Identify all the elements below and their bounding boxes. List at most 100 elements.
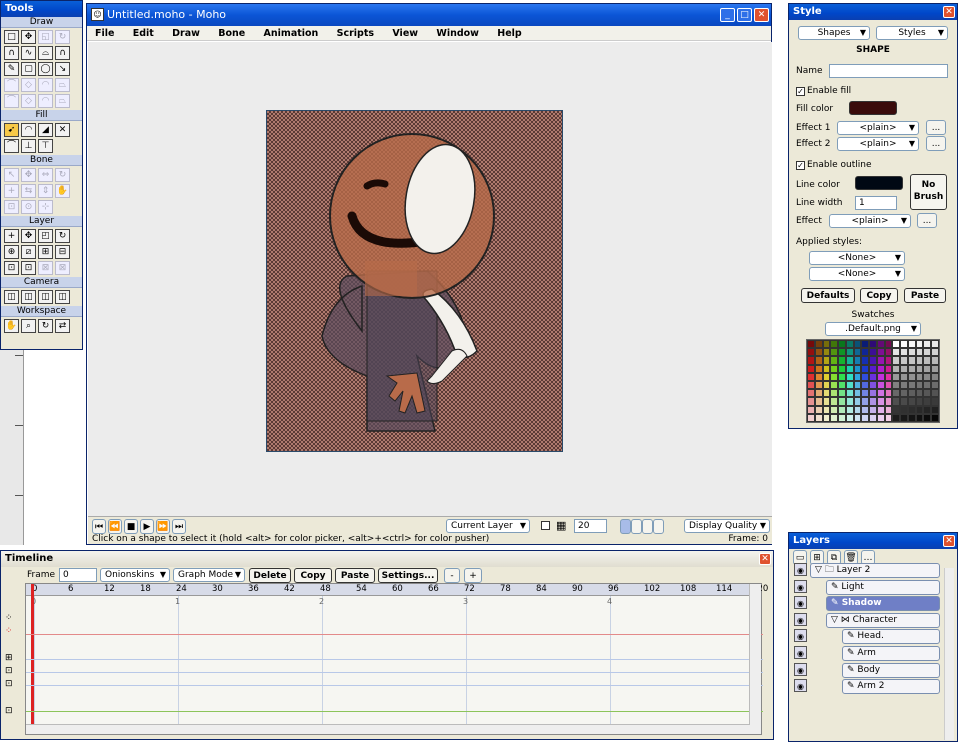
palette-swatch[interactable]	[907, 364, 916, 373]
palette-swatch[interactable]	[876, 364, 885, 373]
palette-swatch[interactable]	[884, 397, 893, 406]
palette-swatch[interactable]	[861, 364, 870, 373]
enable-fill-row[interactable]: ✓ Enable fill	[796, 86, 851, 96]
palette-swatch[interactable]	[814, 356, 823, 365]
palette-swatch[interactable]	[884, 413, 893, 422]
effect2-options-button[interactable]: ...	[926, 136, 946, 151]
palette-swatch[interactable]	[876, 397, 885, 406]
defaults-button[interactable]: Defaults	[801, 288, 855, 303]
paste-style-button[interactable]: Paste	[904, 288, 946, 303]
palette-swatch[interactable]	[822, 340, 831, 349]
palette-swatch[interactable]	[884, 348, 893, 357]
view-split-icon[interactable]	[631, 519, 642, 534]
line-width-tool-icon[interactable]: ⌒	[4, 139, 19, 153]
copy-key-button[interactable]: Copy	[294, 568, 332, 583]
zoom-out-button[interactable]: -	[444, 568, 460, 583]
palette-swatch[interactable]	[900, 356, 908, 365]
display-quality-dropdown[interactable]: Display Quality ▼	[684, 519, 770, 533]
palette-swatch[interactable]	[931, 340, 939, 349]
delete-shape-tool-icon[interactable]: ✕	[55, 123, 70, 137]
grid-size-field[interactable]: 20	[574, 519, 607, 533]
menu-edit[interactable]: Edit	[133, 28, 154, 39]
palette-swatch[interactable]	[861, 397, 870, 406]
swatches-dropdown[interactable]: .Default.png ▼	[825, 322, 921, 336]
palette-swatch[interactable]	[838, 413, 846, 422]
step-back-icon[interactable]: ⏪	[108, 519, 122, 534]
palette-swatch[interactable]	[892, 413, 901, 422]
orbit-workspace-icon[interactable]: ⇄	[55, 319, 70, 333]
select-points-tool-icon[interactable]: □	[4, 30, 19, 44]
palette-swatch[interactable]	[923, 364, 932, 373]
palette-swatch[interactable]	[807, 405, 815, 414]
layer-item[interactable]: ▽ 🗀 Layer 2	[810, 563, 940, 578]
palette-swatch[interactable]	[931, 397, 939, 406]
artwork-frame[interactable]	[266, 110, 563, 452]
palette-swatch[interactable]	[853, 380, 862, 390]
close-icon[interactable]: ✕	[943, 535, 955, 547]
palette-swatch[interactable]	[845, 356, 854, 365]
palette-swatch[interactable]	[923, 348, 932, 357]
palette-swatch[interactable]	[845, 372, 854, 381]
knife-tool-icon[interactable]: ↘	[55, 62, 70, 76]
palette-swatch[interactable]	[830, 372, 839, 381]
palette-swatch[interactable]	[822, 356, 831, 365]
palette-swatch[interactable]	[900, 380, 908, 390]
palette-swatch[interactable]	[931, 405, 939, 414]
palette-swatch[interactable]	[861, 356, 870, 365]
palette-swatch[interactable]	[869, 405, 877, 414]
palette-swatch[interactable]	[931, 413, 939, 422]
layer-item[interactable]: ▽ ⋈ Character	[826, 612, 940, 628]
swatch-palette[interactable]	[806, 339, 940, 423]
styles-dropdown[interactable]: Styles ▼	[876, 26, 948, 40]
line-width-field[interactable]: 1	[855, 196, 897, 210]
visibility-eye-icon[interactable]: ◉	[794, 579, 807, 593]
applied-style2-dropdown[interactable]: <None> ▼	[809, 267, 905, 281]
palette-swatch[interactable]	[830, 340, 839, 349]
rewind-icon[interactable]: ⏮	[92, 519, 106, 534]
palette-swatch[interactable]	[861, 380, 870, 390]
palette-swatch[interactable]	[869, 356, 877, 365]
shear-layer-tool-icon[interactable]: ⧄	[21, 245, 36, 259]
palette-swatch[interactable]	[931, 389, 939, 398]
palette-swatch[interactable]	[892, 340, 901, 349]
layer-row[interactable]: ◉ ✎ Light	[794, 579, 940, 595]
enable-fill-checkbox[interactable]: ✓	[796, 87, 805, 96]
palette-swatch[interactable]	[907, 348, 916, 357]
palette-swatch[interactable]	[807, 397, 815, 406]
layer-row[interactable]: ◉ ✎ Arm	[794, 646, 940, 661]
palette-swatch[interactable]	[923, 380, 932, 390]
palette-swatch[interactable]	[884, 405, 893, 414]
palette-swatch[interactable]	[907, 356, 916, 365]
close-icon[interactable]: ✕	[943, 6, 955, 18]
palette-swatch[interactable]	[907, 397, 916, 406]
line-color-swatch[interactable]	[855, 176, 903, 190]
palette-swatch[interactable]	[869, 397, 877, 406]
palette-swatch[interactable]	[931, 356, 939, 365]
palette-swatch[interactable]	[822, 348, 831, 357]
palette-swatch[interactable]	[830, 413, 839, 422]
palette-swatch[interactable]	[838, 364, 846, 373]
layer-row[interactable]: ◉ ✎ Arm 2	[794, 679, 940, 695]
layer-row[interactable]: ◉ ✎ Shadow	[794, 596, 940, 612]
track-camera-tool-icon[interactable]: ◫	[4, 290, 19, 304]
palette-swatch[interactable]	[869, 340, 877, 349]
palette-swatch[interactable]	[814, 364, 823, 373]
palette-swatch[interactable]	[876, 380, 885, 390]
palette-swatch[interactable]	[853, 348, 862, 357]
palette-swatch[interactable]	[814, 348, 823, 357]
translate-layer-tool-icon[interactable]: ✥	[21, 229, 36, 243]
palette-swatch[interactable]	[845, 413, 854, 422]
palette-swatch[interactable]	[814, 397, 823, 406]
palette-swatch[interactable]	[845, 389, 854, 398]
palette-swatch[interactable]	[923, 372, 932, 381]
palette-swatch[interactable]	[830, 364, 839, 373]
palette-swatch[interactable]	[853, 372, 862, 381]
palette-swatch[interactable]	[814, 405, 823, 414]
palette-swatch[interactable]	[838, 397, 846, 406]
close-icon[interactable]: ✕	[754, 8, 769, 22]
select-shape-tool-icon[interactable]: ➹	[4, 123, 19, 137]
palette-swatch[interactable]	[822, 405, 831, 414]
maximize-icon[interactable]: □	[737, 8, 752, 22]
pan-hand-icon[interactable]: ✋	[4, 319, 19, 333]
layer-item[interactable]: ✎ Arm 2	[842, 679, 940, 695]
